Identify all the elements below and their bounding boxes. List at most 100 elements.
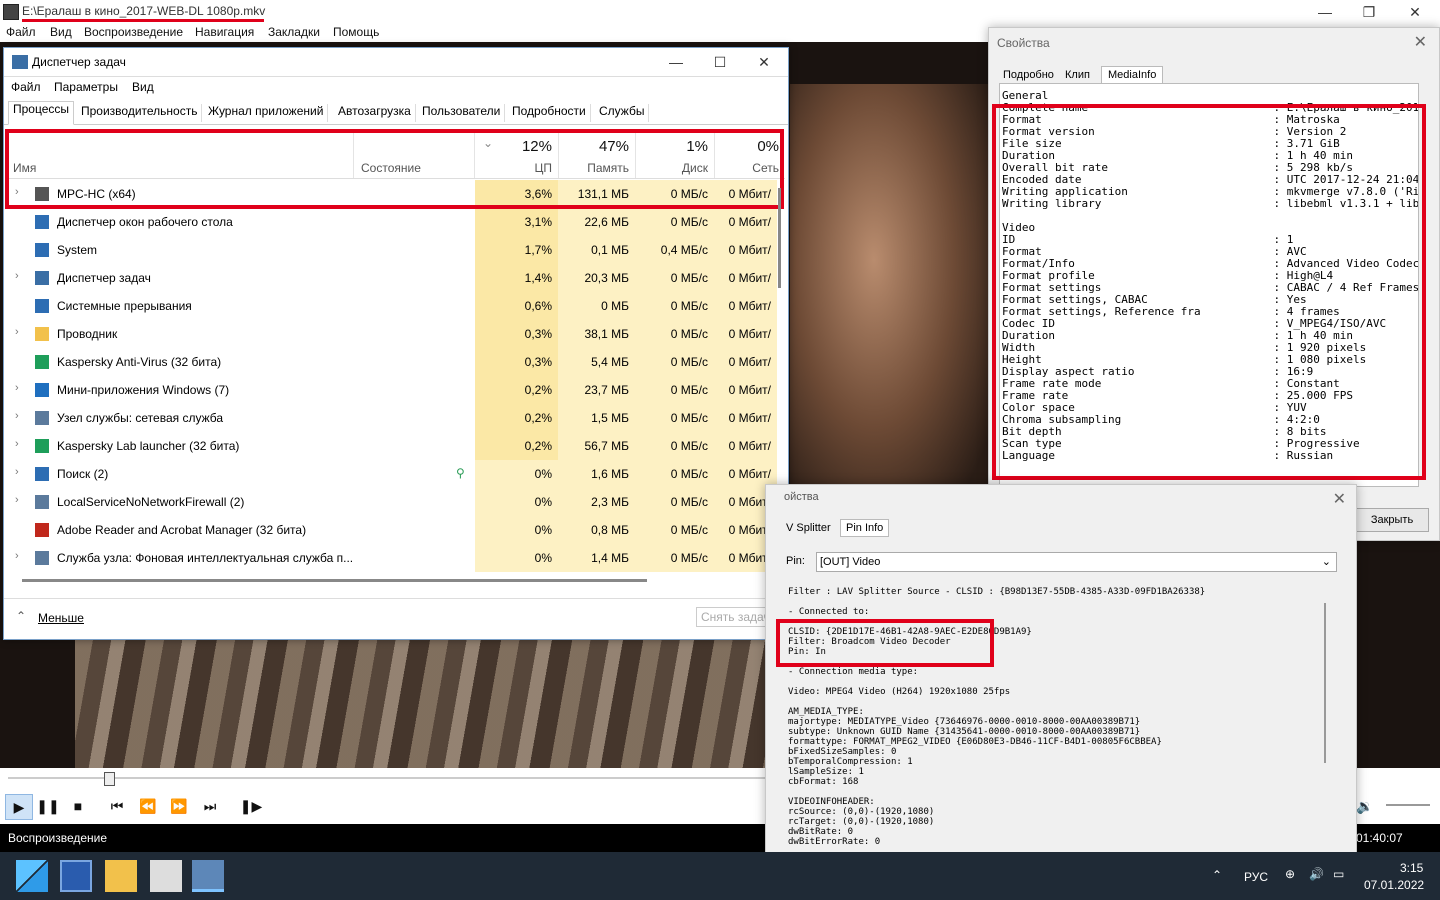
play-button[interactable]: ▶ [5,794,33,820]
tm-minimize-button[interactable]: — [656,52,696,72]
task-manager-window: Диспетчер задач — ☐ ✕ Файл Параметры Вид… [3,47,789,640]
task-manager-taskbar-icon[interactable] [192,860,224,892]
clock-time[interactable]: 3:15 [1400,861,1423,875]
previous-button[interactable]: ⏮ [104,794,130,818]
task-manager-title: Диспетчер задач [32,55,126,69]
table-row[interactable]: Kaspersky Anti-Virus (32 бита) 0,3% 5,4 МБ… [7,348,782,376]
table-row[interactable]: › Служба узла: Фоновая интеллектуальная с… [7,544,782,572]
seek-handle[interactable] [104,772,115,786]
tab-users[interactable]: Пользователи [418,104,506,122]
tab-details[interactable]: Подробности [508,104,591,122]
process-memory: 56,7 МБ [558,432,635,460]
table-row[interactable]: Adobe Reader and Acrobat Manager (32 бит… [7,516,782,544]
tab-startup[interactable]: Автозагрузка [334,104,416,122]
pin-info-line: - Connection media type: [788,667,919,677]
mpc-hc-icon[interactable] [150,860,182,892]
process-network: 0 Мбит/ [714,348,777,376]
table-row[interactable]: › Поиск (2) 0% 1,6 МБ 0 МБ/с 0 Мбит/ [7,460,782,488]
tm-menu-options[interactable]: Параметры [54,80,118,94]
table-row[interactable]: › Проводник 0,3% 38,1 МБ 0 МБ/с 0 Мбит/ [7,320,782,348]
pause-button[interactable]: ❚❚ [35,794,61,818]
fewer-details-link[interactable]: Меньше [38,611,84,625]
chevron-right-icon[interactable]: › [15,410,19,422]
volume-slider[interactable] [1386,804,1430,806]
pin-info-line: bFixedSizeSamples: 0 [788,747,897,757]
network-icon[interactable]: ⊕ [1285,867,1295,881]
process-network: 0 Мбит/ [714,236,777,264]
chevron-right-icon[interactable]: › [15,550,19,562]
horizontal-scrollbar[interactable] [22,579,647,582]
title-highlight [22,19,264,22]
clock-date[interactable]: 07.01.2022 [1364,878,1424,892]
player-title: E:\Ералаш в кино_2017-WEB-DL 1080p.mkv [22,4,266,18]
start-icon[interactable] [16,860,48,892]
tm-menu-view[interactable]: Вид [132,80,154,94]
table-row[interactable]: Диспетчер окон рабочего стола 3,1% 22,6 МБ… [7,208,782,236]
pin-select[interactable]: [OUT] Video ⌄ [816,552,1337,572]
tab-performance[interactable]: Производительность [77,104,203,122]
process-cpu: 0,2% [475,404,558,432]
close-button[interactable]: ✕ [1400,2,1430,22]
process-name: Диспетчер окон рабочего стола [57,215,233,229]
forward-button[interactable]: ⏩ [166,794,192,818]
pin-scrollbar[interactable] [1324,603,1326,763]
tab-clip[interactable]: Клип [1065,69,1090,81]
properties-close-button[interactable]: Закрыть [1355,508,1429,532]
process-memory: 0 МБ [558,292,635,320]
table-row[interactable]: System 1,7% 0,1 МБ 0,4 МБ/с 0 Мбит/ [7,236,782,264]
properties-title: Свойства [997,36,1050,50]
table-row[interactable]: Системные прерывания 0,6% 0 МБ 0 МБ/с 0 Мбит… [7,292,782,320]
menu-view[interactable]: Вид [50,25,72,39]
menu-playback[interactable]: Воспроизведение [84,25,183,39]
tm-maximize-button[interactable]: ☐ [700,52,740,72]
menu-bookmarks[interactable]: Закладки [268,25,320,39]
menu-help[interactable]: Помощь [333,25,379,39]
frame-step-button[interactable]: ❚▶ [238,794,264,818]
process-icon [35,271,49,285]
tm-close-button[interactable]: ✕ [744,52,784,72]
chevron-up-tray-icon[interactable]: ⌃ [1212,868,1222,882]
task-view-icon[interactable] [60,860,92,892]
video-frame-face [790,84,1000,524]
tab-services[interactable]: Службы [595,104,650,122]
table-row[interactable]: › Kaspersky Lab launcher (32 бита) 0,2% 56,… [7,432,782,460]
tab-app-history[interactable]: Журнал приложений [204,104,329,122]
tab-splitter[interactable]: V Splitter [786,522,831,534]
tab-mediainfo[interactable]: MediaInfo [1101,66,1164,84]
menu-file[interactable]: Файл [6,25,36,39]
process-disk: 0,4 МБ/с [635,236,714,264]
minimize-button[interactable]: — [1310,2,1340,22]
table-row[interactable]: › Диспетчер задач 1,4% 20,3 МБ 0 МБ/с 0 Мбит/ [7,264,782,292]
maximize-button[interactable]: ❐ [1354,2,1384,22]
tab-details-props[interactable]: Подробно [1003,69,1054,81]
chevron-right-icon[interactable]: › [15,382,19,394]
battery-icon[interactable]: ▭ [1333,867,1344,881]
properties-close-icon[interactable]: ✕ [1414,32,1427,52]
player-app-icon [3,4,19,20]
process-memory: 22,6 МБ [558,208,635,236]
stop-button[interactable]: ■ [65,794,91,818]
volume-tray-icon[interactable]: 🔊 [1309,867,1324,881]
chevron-right-icon[interactable]: › [15,494,19,506]
next-button[interactable]: ⏭ [197,794,223,818]
table-row[interactable]: › Узел службы: сетевая служба 0,2% 1,5 МБ 0 … [7,404,782,432]
process-network: 0 Мбит/ [714,432,777,460]
table-row[interactable]: › LocalServiceNoNetworkFirewall (2) 0% 2,3 … [7,488,782,516]
language-indicator[interactable]: РУС [1244,870,1268,884]
pin-close-icon[interactable]: ✕ [1333,489,1346,509]
chevron-right-icon[interactable]: › [15,326,19,338]
process-cpu: 0,3% [475,320,558,348]
chevron-right-icon[interactable]: › [15,466,19,478]
rewind-button[interactable]: ⏪ [135,794,161,818]
process-cpu: 0% [475,460,558,488]
chevron-right-icon[interactable]: › [15,270,19,282]
tab-pin-info[interactable]: Pin Info [840,519,890,537]
table-row[interactable]: › Мини-приложения Windows (7) 0,2% 23,7 МБ 0… [7,376,782,404]
chevron-right-icon[interactable]: › [15,438,19,450]
chevron-up-icon[interactable]: ⌃ [16,609,26,623]
explorer-icon[interactable] [105,860,137,892]
tm-menu-file[interactable]: Файл [11,80,41,94]
vertical-scrollbar[interactable] [778,188,781,288]
tab-processes[interactable]: Процессы [8,101,75,125]
menu-navigation[interactable]: Навигация [195,25,254,39]
